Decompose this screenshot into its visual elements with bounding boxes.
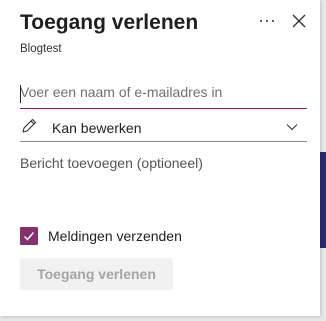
grant-access-button[interactable]: Toegang verlenen — [20, 258, 173, 290]
send-notifications-option[interactable]: Meldingen verzenden — [20, 226, 182, 246]
name-email-field[interactable] — [20, 82, 307, 109]
more-horizontal-icon — [258, 19, 276, 23]
send-notifications-label: Meldingen verzenden — [48, 228, 182, 244]
more-options-button[interactable] — [254, 10, 280, 32]
close-icon — [292, 14, 306, 28]
name-email-input[interactable] — [20, 82, 307, 100]
close-button[interactable] — [288, 10, 310, 32]
background-accent-bar — [320, 152, 326, 248]
permission-selected-label: Kan bewerken — [52, 120, 142, 136]
dialog-subtitle: Blogtest — [20, 43, 62, 55]
send-notifications-checkbox[interactable] — [20, 227, 38, 245]
chevron-down-icon — [286, 124, 298, 131]
grant-access-dialog: Toegang verlenen Blogtest Kan bewerken B… — [0, 0, 320, 316]
pencil-icon — [22, 118, 37, 133]
text-cursor — [20, 85, 21, 103]
dialog-title: Toegang verlenen — [20, 11, 199, 34]
permission-dropdown[interactable]: Kan bewerken — [20, 116, 307, 142]
checkmark-icon — [23, 232, 35, 241]
message-field[interactable]: Bericht toevoegen (optioneel) — [20, 155, 203, 171]
